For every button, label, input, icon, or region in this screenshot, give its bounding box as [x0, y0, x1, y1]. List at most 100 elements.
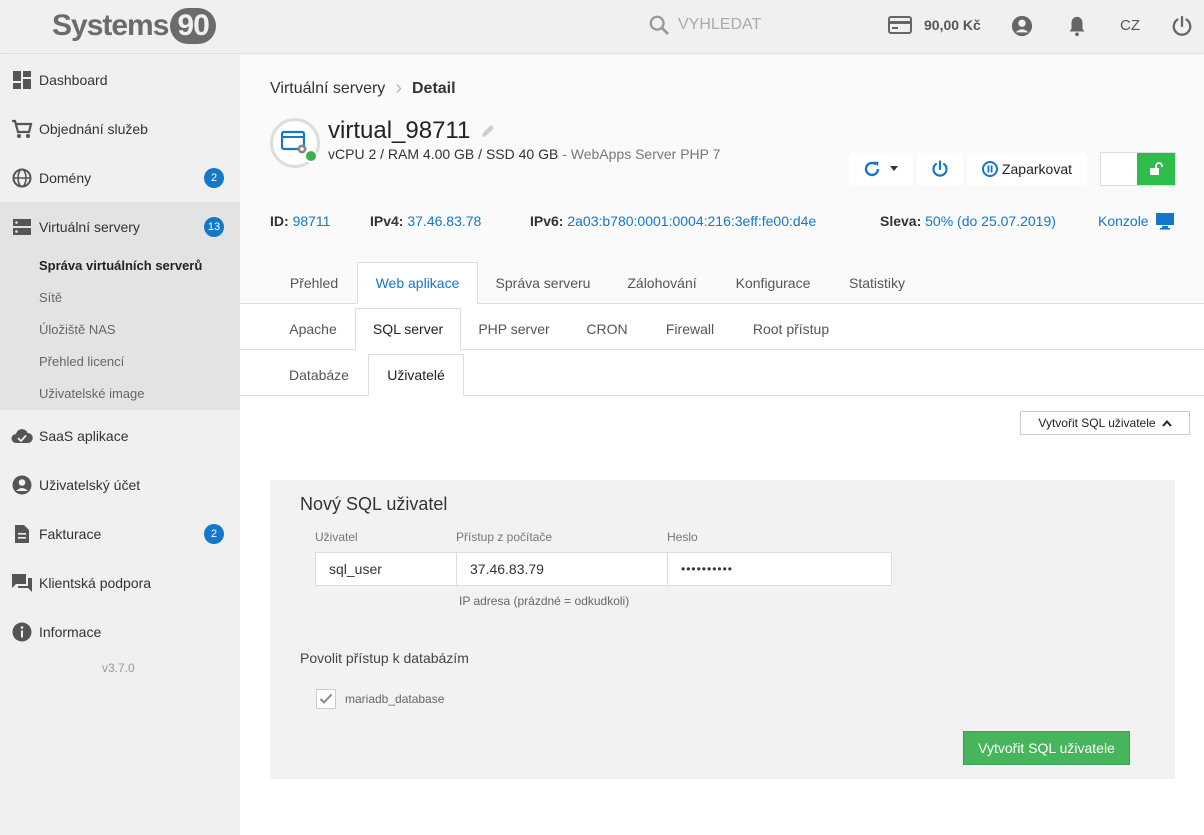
- search[interactable]: VYHLEDAT: [648, 14, 761, 36]
- sidebar-group-virtual-servers: Virtuální servery 13 Správa virtuálních …: [0, 202, 240, 410]
- server-name-text: virtual_98711: [328, 117, 471, 144]
- host-hint: IP adresa (prázdné = odkudkoli): [459, 594, 630, 608]
- power-icon: [1172, 15, 1192, 36]
- main-content: Virtuální servery › Detail virtual_98711…: [240, 55, 1204, 835]
- count-badge: 2: [204, 523, 224, 544]
- caret-down-icon[interactable]: [889, 166, 899, 172]
- credit-balance[interactable]: 90,00 Kč: [888, 15, 981, 35]
- sidebar-item-label: Objednání služeb: [39, 120, 148, 137]
- tab-overview[interactable]: Přehled: [273, 262, 355, 303]
- app-version: v3.7.0: [102, 661, 135, 675]
- discount-value[interactable]: 50% (do 25.07.2019): [925, 213, 1056, 229]
- sidebar-item-support[interactable]: Klientská podpora: [0, 558, 240, 607]
- server-id-label: ID:: [270, 213, 289, 229]
- search-placeholder: VYHLEDAT: [678, 16, 762, 33]
- tab-configuration[interactable]: Konfigurace: [720, 262, 826, 303]
- sql-subtabs: Databáze Uživatelé: [240, 350, 1204, 396]
- password-field[interactable]: ••••••••••: [667, 552, 892, 586]
- server-actions: Zaparkovat: [849, 153, 1087, 185]
- sidebar-item-label: Virtuální servery: [39, 218, 140, 235]
- globe-icon: [10, 166, 34, 190]
- server-specs-text: vCPU 2 / RAM 4.00 GB / SSD 40 GB: [328, 146, 559, 162]
- tab-firewall[interactable]: Firewall: [650, 308, 730, 349]
- breadcrumb-current: Detail: [411, 79, 456, 97]
- count-badge: 2: [204, 167, 224, 188]
- ipv4-label: IPv4:: [370, 213, 404, 229]
- sidebar-subitem-user-images[interactable]: Uživatelské image: [39, 386, 145, 401]
- search-icon: [649, 15, 669, 35]
- count-badge: 13: [204, 216, 224, 237]
- ipv4-value[interactable]: 37.46.83.78: [407, 213, 481, 229]
- discount-label: Sleva:: [880, 213, 922, 229]
- pencil-icon[interactable]: [480, 123, 496, 139]
- tab-php-server[interactable]: PHP server: [466, 308, 562, 349]
- tab-server-management[interactable]: Správa serveru: [482, 262, 604, 303]
- server-id-value: 98711: [292, 213, 331, 229]
- document-icon: [10, 522, 34, 546]
- console-link[interactable]: Konzole: [1098, 212, 1175, 230]
- logo[interactable]: Systems 90: [52, 8, 216, 44]
- sidebar-item-label: Klientská podpora: [39, 574, 152, 591]
- sidebar-item-domains[interactable]: Domény 2: [0, 153, 240, 202]
- host-field[interactable]: 37.46.83.79: [456, 552, 668, 586]
- breadcrumb: Virtuální servery › Detail: [270, 77, 456, 100]
- unlock-icon: [1150, 162, 1163, 175]
- sidebar-item-saas[interactable]: SaaS aplikace: [0, 411, 240, 460]
- sidebar-subitem-licenses[interactable]: Přehled licencí: [39, 354, 124, 369]
- credit-amount: 90,00 Kč: [924, 17, 981, 33]
- tab-statistics[interactable]: Statistiky: [832, 262, 922, 303]
- credit-card-icon: [888, 16, 912, 34]
- main-tabs: Přehled Web aplikace Správa serveru Zálo…: [240, 262, 1204, 304]
- ipv6-value[interactable]: 2a03:b780:0001:0004:216:3eff:fe00:d4e: [567, 213, 816, 229]
- sidebar-item-label: Domény: [39, 169, 92, 186]
- language-switch[interactable]: CZ: [1120, 17, 1140, 34]
- chevron-up-icon: [1161, 419, 1172, 427]
- tab-apache[interactable]: Apache: [273, 308, 353, 349]
- breadcrumb-parent[interactable]: Virtuální servery: [270, 80, 385, 98]
- tab-web-apps[interactable]: Web aplikace: [357, 262, 478, 304]
- notifications-button[interactable]: [1066, 15, 1088, 40]
- sidebar-item-label: Uživatelský účet: [39, 476, 141, 493]
- server-discount: Sleva: 50% (do 25.07.2019): [880, 213, 1056, 229]
- tab-databases[interactable]: Databáze: [273, 354, 365, 395]
- sidebar-item-info[interactable]: Informace: [0, 607, 240, 656]
- sidebar-item-dashboard[interactable]: Dashboard: [0, 55, 240, 104]
- sidebar-item-account[interactable]: Uživatelský účet: [0, 460, 240, 509]
- sidebar-item-billing[interactable]: Fakturace 2: [0, 509, 240, 558]
- lock-toggle[interactable]: [1100, 152, 1176, 186]
- sidebar-subitem-nas-storage[interactable]: Úložiště NAS: [39, 322, 116, 337]
- database-option-label[interactable]: mariadb_database: [345, 692, 444, 706]
- logo-number: 90: [170, 8, 216, 44]
- server-specs: vCPU 2 / RAM 4.00 GB / SSD 40 GB - WebAp…: [328, 146, 720, 162]
- refresh-icon: [864, 161, 880, 177]
- sidebar: Dashboard Objednání služeb Domény 2 Virt…: [0, 55, 240, 835]
- user-field[interactable]: sql_user: [315, 552, 457, 586]
- checkmark-icon: [319, 693, 333, 704]
- sidebar-item-virtual-servers[interactable]: Virtuální servery 13: [0, 202, 240, 251]
- server-icon: [10, 215, 34, 239]
- create-sql-user-button[interactable]: Vytvořit SQL uživatele: [963, 731, 1130, 765]
- chat-icon: [10, 571, 34, 595]
- power-toggle-button[interactable]: [917, 153, 963, 185]
- tab-root-access[interactable]: Root přístup: [736, 308, 846, 349]
- park-button[interactable]: Zaparkovat: [967, 153, 1087, 185]
- tab-sql-server[interactable]: SQL server: [355, 308, 461, 350]
- tab-backups[interactable]: Zálohování: [610, 262, 714, 303]
- sidebar-item-order[interactable]: Objednání služeb: [0, 104, 240, 153]
- server-name: virtual_98711: [328, 117, 496, 145]
- password-label: Heslo: [667, 530, 698, 544]
- database-checkbox[interactable]: [316, 689, 336, 709]
- top-bar: Systems 90 VYHLEDAT 90,00 Kč CZ: [0, 0, 1204, 54]
- tab-cron[interactable]: CRON: [570, 308, 644, 349]
- pause-circle-icon: [981, 161, 998, 177]
- sidebar-subitem-manage-servers[interactable]: Správa virtuálních serverů: [39, 258, 202, 273]
- info-icon: [10, 620, 34, 644]
- restart-button[interactable]: [849, 153, 913, 185]
- create-sql-user-toggle[interactable]: Vytvořit SQL uživatele: [1020, 411, 1190, 435]
- new-sql-user-form: Nový SQL uživatel Uživatel Přístup z poč…: [270, 480, 1175, 779]
- host-label: Přístup z počítače: [456, 530, 553, 544]
- logout-button[interactable]: [1171, 15, 1193, 40]
- tab-users[interactable]: Uživatelé: [368, 354, 464, 396]
- account-button[interactable]: [1011, 15, 1033, 40]
- sidebar-subitem-networks[interactable]: Sítě: [39, 290, 62, 305]
